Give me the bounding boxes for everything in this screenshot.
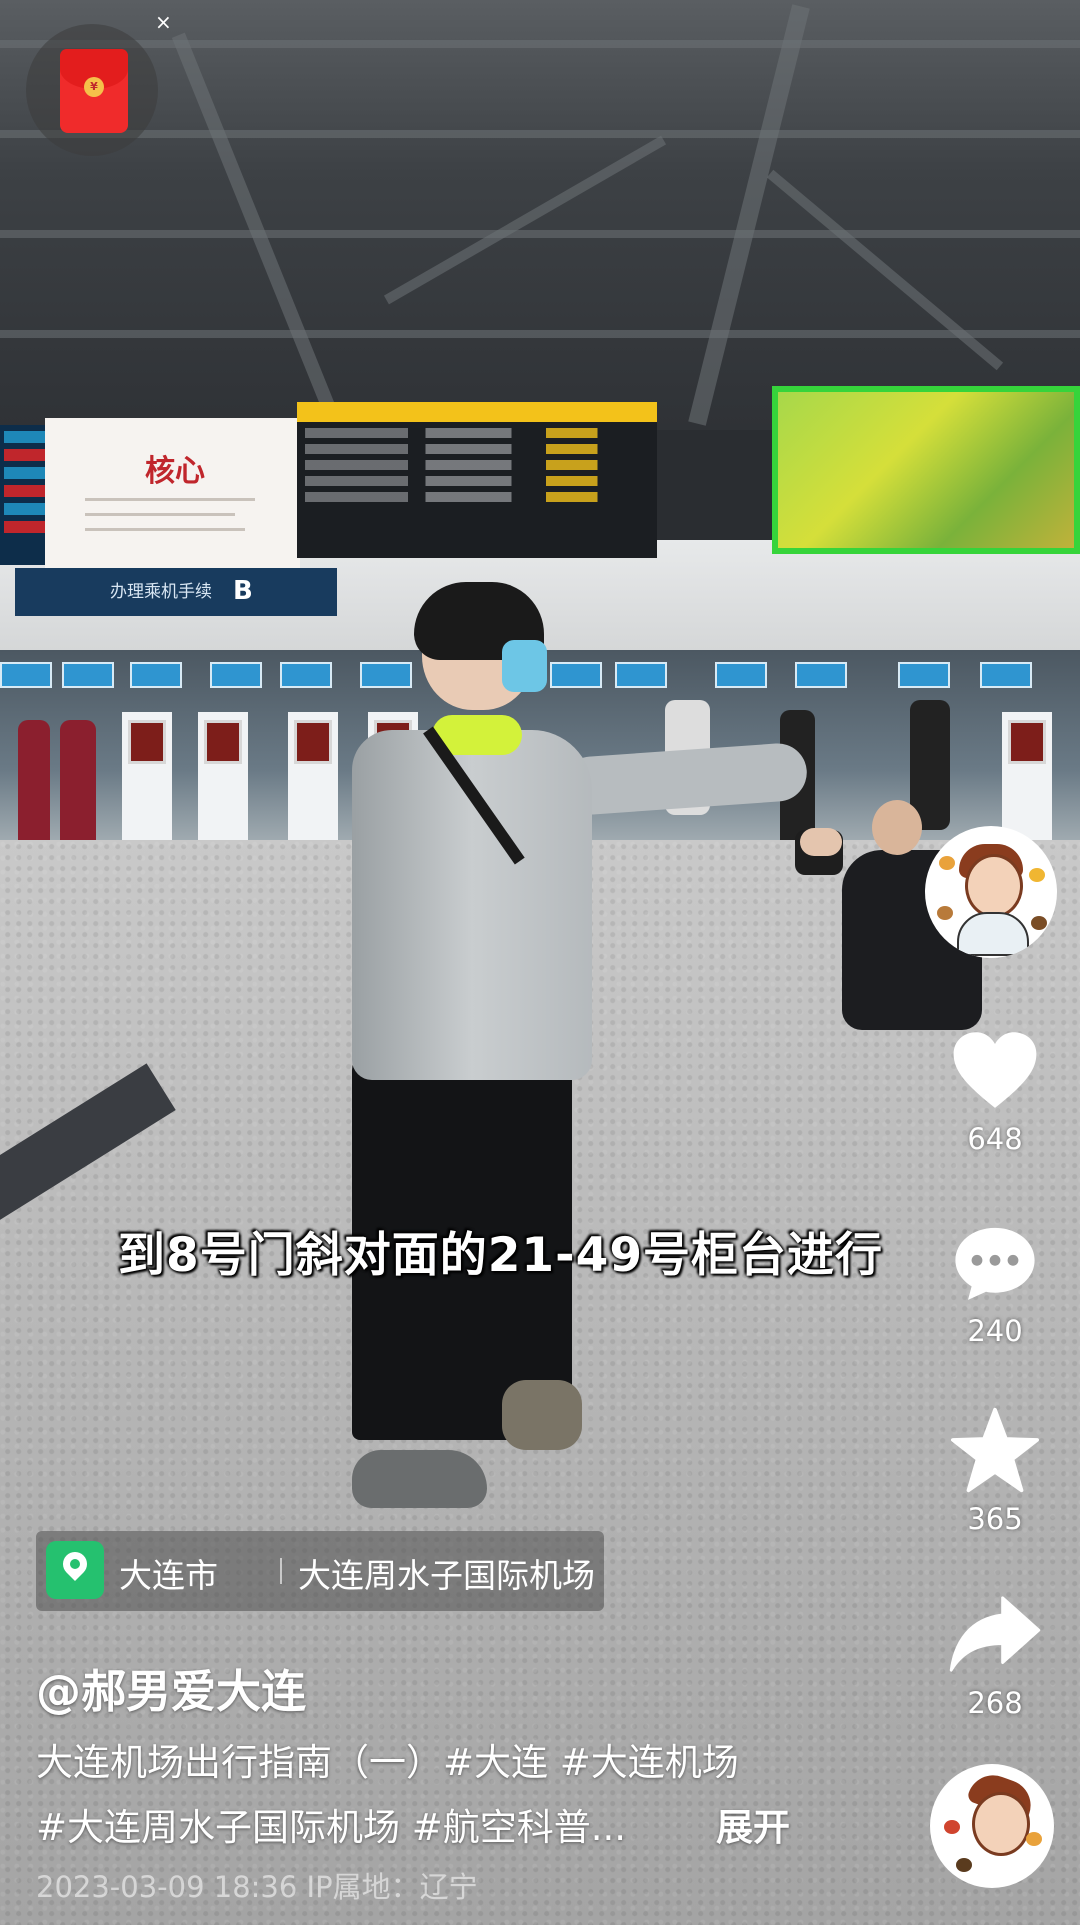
red-packet-widget[interactable]: ¥ <box>26 24 158 156</box>
share-button[interactable]: 268 <box>940 1594 1050 1720</box>
comment-icon[interactable] <box>950 1222 1040 1304</box>
comment-button[interactable]: 240 <box>940 1222 1050 1348</box>
checkin-area-sign: 办理乘机手续 B <box>15 568 337 616</box>
video-subtitle: 到8号门斜对面的21-49号柜台进行 <box>118 1228 884 1283</box>
location-tag[interactable]: 大连市 大连周水子国际机场 <box>36 1531 604 1611</box>
red-packet-icon[interactable]: ¥ <box>60 49 128 133</box>
share-icon[interactable] <box>947 1594 1043 1674</box>
comment-count: 240 <box>967 1314 1023 1348</box>
description-line-2[interactable]: #大连周水子国际机场 #航空科普... <box>36 1797 626 1851</box>
favorite-count: 365 <box>967 1502 1023 1536</box>
like-count: 648 <box>967 1122 1023 1156</box>
post-meta: 2023-03-09 18:36 IP属地：辽宁 <box>36 1870 478 1904</box>
video-frame[interactable]: 核心 办理乘机手续 B <box>0 0 1080 1925</box>
avatar[interactable] <box>925 826 1057 958</box>
location-city: 大连市 <box>119 1556 218 1595</box>
deer-billboard <box>772 386 1080 554</box>
presenter <box>352 582 842 1540</box>
location-place: 大连周水子国际机场 <box>298 1556 595 1595</box>
airport-ceiling <box>0 0 1080 430</box>
close-icon[interactable]: × <box>155 10 172 34</box>
checkin-sign-text: 办理乘机手续 <box>110 582 212 602</box>
music-avatar[interactable] <box>930 1764 1054 1888</box>
share-count: 268 <box>967 1686 1023 1720</box>
checkin-sign-letter: B <box>233 576 253 606</box>
location-pin-icon <box>46 1541 104 1599</box>
poster: 核心 <box>45 418 300 574</box>
expand-button[interactable]: 展开 <box>716 1797 790 1851</box>
location-divider <box>280 1558 282 1584</box>
favorite-button[interactable]: 365 <box>940 1406 1050 1536</box>
like-button[interactable]: 648 <box>940 1030 1050 1156</box>
heart-icon[interactable] <box>950 1030 1040 1112</box>
star-icon[interactable] <box>949 1406 1041 1494</box>
poster-word: 核心 <box>145 454 205 489</box>
description-line-1[interactable]: 大连机场出行指南（一）#大连 #大连机场 <box>36 1732 739 1786</box>
departure-board-left <box>0 425 50 565</box>
author-name[interactable]: @郝男爱大连 <box>36 1655 306 1720</box>
flight-board <box>297 402 657 558</box>
